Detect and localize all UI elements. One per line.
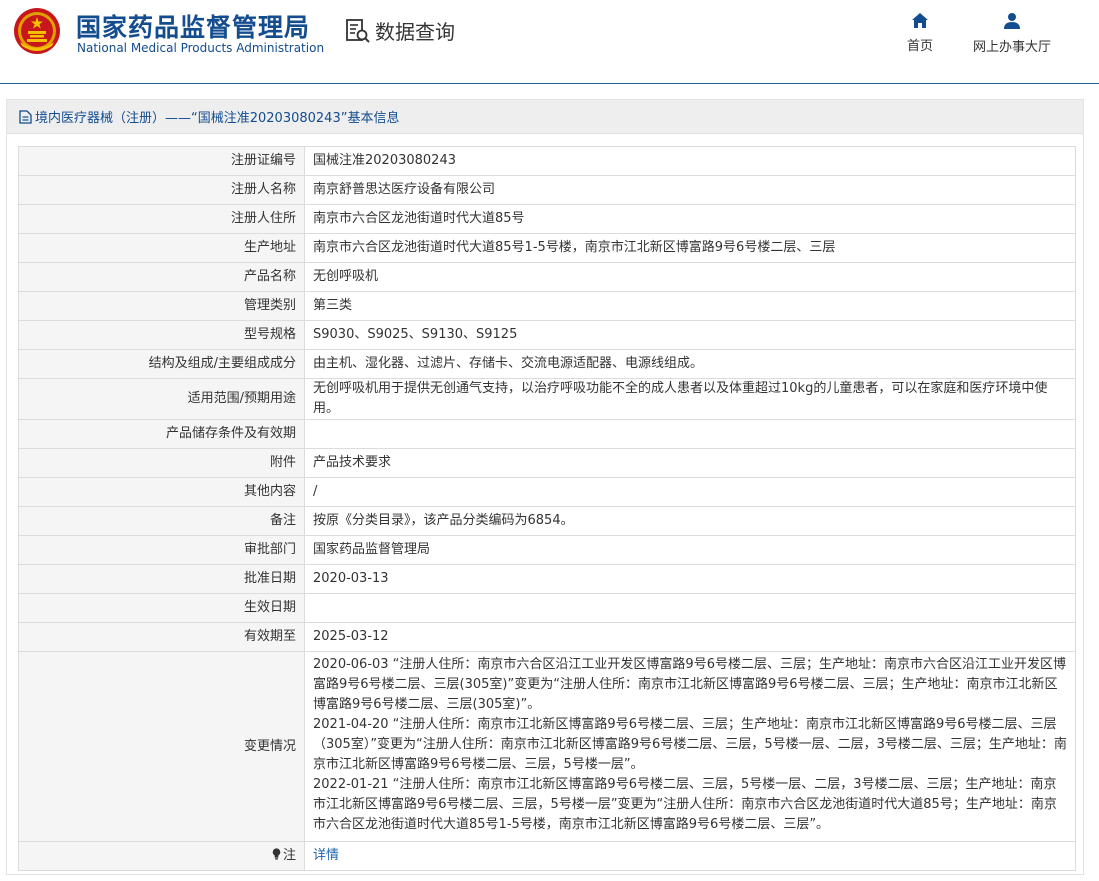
field-value: 2020-03-13 (304, 564, 1076, 594)
device-info-table: 注册证编号 国械注准20203080243 注册人名称 南京舒普思达医疗设备有限公司… (18, 146, 1076, 871)
table-row: 生产地址 南京市六合区龙池街道时代大道85号1-5号楼，南京市江北新区博富路9号6… (18, 233, 1076, 263)
field-value (304, 419, 1076, 449)
field-value: 南京市六合区龙池街道时代大道85号1-5号楼，南京市江北新区博富路9号6号楼二层… (304, 233, 1076, 263)
table-row: 备注 按原《分类目录》，该产品分类编码为6854。 (18, 506, 1076, 536)
nav-home-label: 首页 (906, 39, 933, 54)
brand-title-en: National Medical Products Administration (77, 41, 325, 55)
document-icon (19, 109, 32, 124)
basic-info-panel: 境内医疗器械（注册）——“国械注准20203080243”基本信息 注册证编号国… (6, 99, 1084, 875)
nav-online-service-hall-label: 网上办事大厅 (972, 40, 1051, 55)
site-header: 国家药品监督管理局 National Medical Products Admi… (0, 0, 1099, 84)
field-value: 无创呼吸机用于提供无创通气支持，以治疗呼吸功能不全的成人患者以及体重超过10kg… (304, 378, 1076, 420)
field-label: 备注 (18, 506, 305, 536)
field-value: 按原《分类目录》，该产品分类编码为6854。 (304, 506, 1076, 536)
table-row: 产品储存条件及有效期 (18, 419, 1076, 449)
note-label-cell: 注 (18, 841, 305, 871)
field-value: 第三类 (304, 291, 1076, 321)
table-row: 型号规格 S9030、S9025、S9130、S9125 (18, 320, 1076, 350)
note-label: 注 (282, 848, 296, 863)
field-label: 变更情况 (18, 651, 305, 842)
table-row: 生效日期 (18, 593, 1076, 623)
document-search-icon (346, 18, 370, 43)
brand-title-cn: 国家药品监督管理局 (76, 13, 311, 42)
panel-header: 境内医疗器械（注册）——“国械注准20203080243”基本信息 (7, 100, 1083, 134)
field-label: 附件 (18, 448, 305, 478)
field-value: S9030、S9025、S9130、S9125 (304, 320, 1076, 350)
details-link[interactable]: 详情 (313, 848, 339, 863)
home-icon (912, 13, 928, 28)
change-history: 2020-06-03 “注册人住所：南京市六合区沿江工业开发区博富路9号6号楼二… (304, 651, 1076, 842)
field-label: 有效期至 (18, 622, 305, 652)
table-row: 注册人名称 南京舒普思达医疗设备有限公司 (18, 175, 1076, 205)
table-row: 其他内容 / (18, 477, 1076, 507)
nav-home[interactable]: 首页 (897, 12, 943, 54)
table-row: 适用范围/预期用途 无创呼吸机用于提供无创通气支持，以治疗呼吸功能不全的成人患者以… (18, 378, 1076, 420)
field-value: 国家药品监督管理局 (304, 535, 1076, 565)
user-icon (1004, 13, 1020, 29)
field-value: 产品技术要求 (304, 448, 1076, 478)
table-row: 结构及组成/主要组成成分 由主机、湿化器、过滤片、存储卡、交流电源适配器、电源线组… (18, 349, 1076, 379)
field-label: 审批部门 (18, 535, 305, 565)
field-label: 注册人名称 (18, 175, 305, 205)
change-entry: 2020-06-03 “注册人住所：南京市六合区沿江工业开发区博富路9号6号楼二… (313, 657, 1066, 712)
panel-title: 境内医疗器械（注册）——“国械注准20203080243”基本信息 (35, 111, 400, 126)
data-query-heading: 数据查询 (345, 16, 455, 45)
field-value: 2025-03-12 (304, 622, 1076, 652)
table-row: 有效期至 2025-03-12 (18, 622, 1076, 652)
table-row: 附件 产品技术要求 (18, 448, 1076, 478)
field-label: 型号规格 (18, 320, 305, 350)
field-value: 无创呼吸机 (304, 262, 1076, 292)
table-row-note: 注 详情 (18, 841, 1076, 871)
lightbulb-icon (272, 848, 281, 860)
table-row: 注册人住所 南京市六合区龙池街道时代大道85号 (18, 204, 1076, 234)
table-row: 产品名称 无创呼吸机 (18, 262, 1076, 292)
field-label: 生效日期 (18, 593, 305, 623)
field-value: 南京舒普思达医疗设备有限公司 (304, 175, 1076, 205)
field-label: 其他内容 (18, 477, 305, 507)
table-row: 批准日期 2020-03-13 (18, 564, 1076, 594)
note-value: 详情 (304, 841, 1076, 871)
field-label: 产品名称 (18, 262, 305, 292)
table-row-changes: 变更情况 2020-06-03 “注册人住所：南京市六合区沿江工业开发区博富路9… (18, 651, 1076, 842)
field-value: / (304, 477, 1076, 507)
national-emblem-icon (14, 8, 60, 54)
field-label: 管理类别 (18, 291, 305, 321)
change-entry: 2021-04-20 “注册人住所：南京市江北新区博富路9号6号楼二层、三层；生… (313, 717, 1067, 772)
field-label: 结构及组成/主要组成成分 (18, 349, 305, 379)
table-row: 注册证编号 国械注准20203080243 (18, 146, 1076, 176)
table-row: 管理类别 第三类 (18, 291, 1076, 321)
change-entry: 2022-01-21 “注册人住所：南京市江北新区博富路9号6号楼二层、三层，5… (313, 777, 1057, 832)
data-query-label: 数据查询 (375, 20, 455, 44)
field-label: 适用范围/预期用途 (18, 378, 305, 420)
field-label: 产品储存条件及有效期 (18, 419, 305, 449)
nav-online-service-hall[interactable]: 网上办事大厅 (968, 12, 1056, 55)
field-label: 注册人住所 (18, 204, 305, 234)
field-label: 注册证编号 (18, 146, 305, 176)
field-value: 国械注准20203080243 (304, 146, 1076, 176)
field-value (304, 593, 1076, 623)
field-value: 南京市六合区龙池街道时代大道85号 (304, 204, 1076, 234)
field-label: 生产地址 (18, 233, 305, 263)
table-row: 审批部门 国家药品监督管理局 (18, 535, 1076, 565)
field-label: 批准日期 (18, 564, 305, 594)
field-value: 由主机、湿化器、过滤片、存储卡、交流电源适配器、电源线组成。 (304, 349, 1076, 379)
